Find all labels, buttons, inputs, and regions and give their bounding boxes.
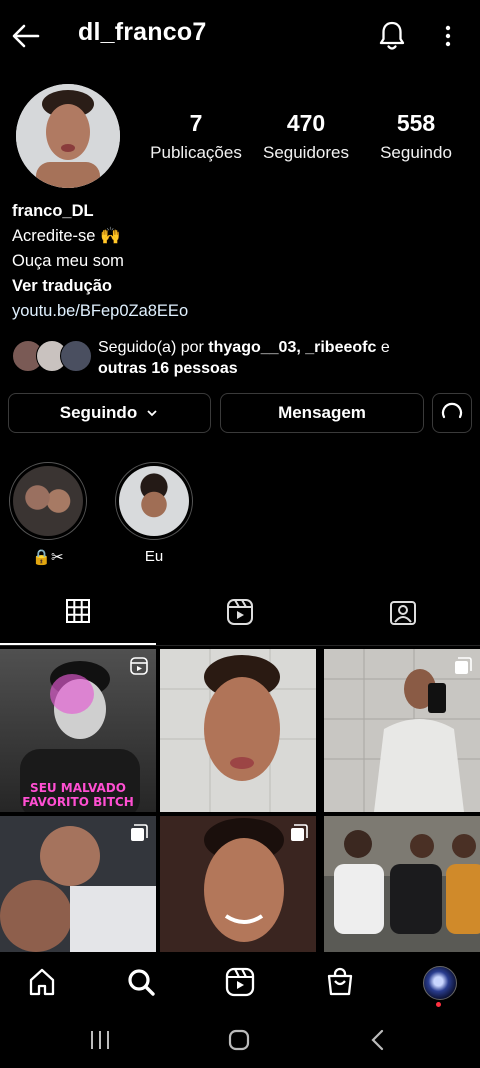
system-navigation-bar xyxy=(0,1012,480,1068)
search-icon[interactable] xyxy=(126,967,156,997)
reels-nav-icon[interactable] xyxy=(225,967,255,997)
tab-divider xyxy=(0,645,480,646)
profile-avatar[interactable] xyxy=(16,84,120,188)
tab-tagged[interactable] xyxy=(325,598,480,643)
grid-post-5[interactable] xyxy=(160,816,316,952)
stat-posts-value: 7 xyxy=(189,110,203,136)
grid-post-1[interactable]: SEU MALVADO FAVORITO BITCH xyxy=(0,649,156,812)
posts-grid: SEU MALVADO FAVORITO BITCH xyxy=(0,649,480,952)
post-1-caption-line-1: SEU MALVADO xyxy=(30,781,126,795)
highlight-cover-1 xyxy=(9,462,87,540)
message-button[interactable]: Mensagem xyxy=(220,393,424,433)
notifications-button[interactable] xyxy=(378,20,406,52)
followed-by-mid: e xyxy=(376,339,390,356)
stat-followers[interactable]: 470 Seguidores xyxy=(252,110,360,163)
tab-reels[interactable] xyxy=(160,598,320,643)
post-1-caption-line-2: FAVORITO BITCH xyxy=(22,795,134,809)
carousel-badge-icon xyxy=(131,824,148,841)
grid-post-2[interactable] xyxy=(160,649,316,812)
stat-following-label: Seguindo xyxy=(380,143,452,162)
reels-icon xyxy=(227,599,253,625)
profile-link[interactable]: youtu.be/BFep0Za8EEo xyxy=(12,299,188,324)
post-2-image xyxy=(160,649,316,812)
grid-icon xyxy=(65,599,90,623)
stat-posts[interactable]: 7 Publicações xyxy=(140,110,252,163)
highlight-item-2[interactable]: Eu xyxy=(109,462,199,565)
followed-by-avatars[interactable] xyxy=(12,340,92,372)
highlight-label-2: Eu xyxy=(144,548,164,565)
back-button[interactable] xyxy=(10,22,42,50)
loading-spinner-icon xyxy=(441,402,463,419)
mutual-avatar-3 xyxy=(60,340,92,372)
grid-post-4[interactable] xyxy=(0,816,156,952)
tab-grid[interactable] xyxy=(0,598,155,643)
highlight-label-1: 🔒✂ xyxy=(32,549,64,566)
stat-followers-value: 470 xyxy=(286,110,326,136)
home-system-icon[interactable] xyxy=(227,1028,251,1052)
bell-icon xyxy=(379,21,405,50)
stat-followers-label: Seguidores xyxy=(262,143,349,162)
back-system-icon[interactable] xyxy=(368,1028,388,1052)
tagged-icon xyxy=(389,601,416,625)
post-6-image xyxy=(324,816,480,934)
followed-by-users: thyago__03, _ribeeofc xyxy=(208,339,377,356)
avatar-photo xyxy=(16,84,120,188)
stat-following[interactable]: 558 Seguindo xyxy=(366,110,466,163)
reel-badge-icon xyxy=(130,657,148,675)
bio-line-2: Ouça meu som xyxy=(12,252,124,270)
profile-avatar-icon[interactable] xyxy=(423,966,457,1000)
notification-dot xyxy=(436,1002,441,1007)
profile-username: dl_franco7 xyxy=(78,18,207,46)
more-options-button[interactable] xyxy=(440,22,456,50)
carousel-badge-icon xyxy=(291,824,308,841)
following-button-label: Seguindo xyxy=(59,403,138,422)
profile-name: franco_DL xyxy=(12,202,94,220)
stat-posts-label: Publicações xyxy=(150,143,242,162)
followed-by-others: outras 16 pessoas xyxy=(98,360,238,377)
back-arrow-icon xyxy=(12,24,40,48)
carousel-badge-icon xyxy=(455,657,472,674)
following-button[interactable]: Seguindo xyxy=(8,393,211,433)
stat-following-value: 558 xyxy=(396,110,436,136)
highlight-item-1[interactable]: 🔒✂ xyxy=(3,462,93,566)
highlight-cover-2 xyxy=(115,462,193,540)
post-1-caption: SEU MALVADO FAVORITO BITCH xyxy=(0,781,156,809)
bio-line-1: Acredite-se 🙌 xyxy=(12,227,121,245)
message-button-label: Mensagem xyxy=(278,403,366,422)
suggested-users-button[interactable] xyxy=(432,393,472,433)
translate-link[interactable]: Ver tradução xyxy=(12,274,188,299)
home-icon[interactable] xyxy=(27,967,57,997)
more-vert-icon xyxy=(445,25,451,47)
grid-post-6[interactable] xyxy=(324,816,480,952)
followed-by-prefix: Seguido(a) por xyxy=(98,339,209,356)
shop-icon[interactable] xyxy=(325,967,355,997)
recent-apps-icon[interactable] xyxy=(88,1029,112,1051)
bottom-nav xyxy=(0,952,480,1012)
chevron-down-icon xyxy=(147,410,157,417)
followed-by-text[interactable]: Seguido(a) por thyago__03, _ribeeofc e o… xyxy=(98,337,470,379)
grid-post-3[interactable] xyxy=(324,649,480,812)
